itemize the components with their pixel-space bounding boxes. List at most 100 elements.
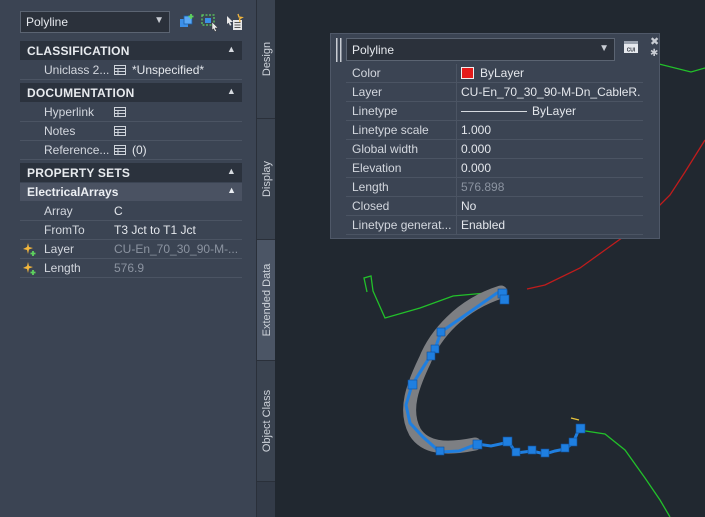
qp-property-name: Linetype scale <box>352 123 429 137</box>
collapse-icon[interactable]: ▲ <box>227 166 236 176</box>
qp-property-value[interactable]: 0.000 <box>461 161 641 175</box>
qp-row-elevation[interactable]: Elevation 0.000 <box>346 159 643 178</box>
qp-property-value[interactable]: ByLayer <box>461 104 641 118</box>
qp-property-name: Color <box>352 66 381 80</box>
drag-handle-icon[interactable] <box>335 37 343 63</box>
qp-property-value[interactable]: 0.000 <box>461 142 641 156</box>
property-row-uniclass[interactable]: Uniclass 2... *Unspecified* <box>20 61 242 80</box>
property-value: 576.9 <box>114 261 145 275</box>
property-row-reference[interactable]: Reference... (0) <box>20 141 242 160</box>
section-title: PROPERTY SETS <box>27 166 131 180</box>
grip <box>407 379 418 390</box>
section-title: DOCUMENTATION <box>27 86 135 100</box>
table-icon <box>114 126 126 136</box>
table-icon <box>114 107 126 117</box>
collapse-icon[interactable]: ▲ <box>227 44 236 54</box>
qp-property-name: Elevation <box>352 161 402 175</box>
collapse-icon[interactable]: ▲ <box>227 86 236 96</box>
qp-row-linetype-generation[interactable]: Linetype generat... Enabled <box>346 216 643 235</box>
collapse-icon[interactable]: ▲ <box>227 185 236 195</box>
classification-section-header[interactable]: CLASSIFICATION ▲ <box>20 41 242 60</box>
property-row-fromto[interactable]: FromTo T3 Jct to T1 Jct <box>20 221 242 240</box>
property-value-text: (0) <box>132 143 147 157</box>
property-row-layer[interactable]: Layer CU-En_70_30_90-M-... <box>20 240 242 259</box>
linetype-preview <box>461 111 527 112</box>
qp-property-value[interactable]: No <box>461 199 641 213</box>
grip <box>499 294 510 305</box>
property-value-text: *Unspecified* <box>132 63 205 77</box>
grip <box>436 327 446 337</box>
tab-extended-data[interactable]: Extended Data <box>257 240 276 361</box>
tab-display[interactable]: Display <box>257 119 276 240</box>
grip <box>435 446 445 456</box>
qp-property-name: Closed <box>352 199 390 213</box>
quick-select-button[interactable] <box>224 12 244 32</box>
qp-row-length[interactable]: Length 576.898 <box>346 178 643 197</box>
qp-object-type-value: Polyline <box>352 43 395 57</box>
color-swatch <box>461 67 474 79</box>
qp-property-value[interactable]: Enabled <box>461 218 641 232</box>
close-icon[interactable]: ✖ <box>650 35 659 48</box>
chevron-down-icon: ▼ <box>154 15 164 26</box>
green-polyline-top <box>654 35 705 73</box>
qp-row-layer[interactable]: Layer CU-En_70_30_90-M-Dn_CableR... <box>346 83 643 102</box>
automatic-property-icon <box>23 262 36 275</box>
qp-value-text: ByLayer <box>532 104 577 118</box>
qp-row-color[interactable]: Color ByLayer <box>346 64 643 83</box>
qp-row-linetype-scale[interactable]: Linetype scale 1.000 <box>346 121 643 140</box>
pickadd-icon <box>180 14 194 27</box>
grip <box>575 423 586 434</box>
quick-select-icon <box>227 13 244 30</box>
tab-label: Object Class <box>260 389 273 453</box>
property-sets-section-header[interactable]: PROPERTY SETS ▲ <box>20 163 242 182</box>
grip <box>568 437 578 447</box>
property-value[interactable] <box>114 103 242 121</box>
property-row-length[interactable]: Length 576.9 <box>20 259 242 278</box>
qp-property-value[interactable]: ByLayer <box>461 66 641 80</box>
section-title: CLASSIFICATION <box>27 44 130 58</box>
cui-label: CUI <box>627 48 636 54</box>
tab-design[interactable]: Design <box>257 0 276 119</box>
object-type-value: Polyline <box>26 15 69 29</box>
grip <box>511 447 521 457</box>
palette-tabs: Design Display Extended Data Object Clas… <box>256 0 276 517</box>
object-type-dropdown[interactable]: Polyline ▼ <box>20 11 170 33</box>
property-row-hyperlink[interactable]: Hyperlink <box>20 103 242 122</box>
select-objects-button[interactable] <box>200 12 220 32</box>
qp-row-global-width[interactable]: Global width 0.000 <box>346 140 643 159</box>
qp-row-linetype[interactable]: Linetype ByLayer <box>346 102 643 121</box>
tab-object-class[interactable]: Object Class <box>257 361 276 482</box>
property-value[interactable]: (0) <box>114 141 242 159</box>
tab-label: Display <box>260 160 273 198</box>
grip <box>527 445 537 455</box>
property-value: CU-En_70_30_90-M-... <box>114 242 239 256</box>
qp-property-name: Layer <box>352 85 383 99</box>
tab-label: Design <box>260 41 273 77</box>
qp-property-value[interactable]: 1.000 <box>461 123 641 137</box>
quick-properties-panel: Polyline ▼ CUI ✖ ✱ Color ByLayer Layer C… <box>330 33 660 239</box>
qp-property-name: Length <box>352 180 389 194</box>
tab-label: Extended Data <box>260 263 273 337</box>
qp-property-value[interactable]: CU-En_70_30_90-M-Dn_CableR... <box>461 85 641 99</box>
qp-object-type-dropdown[interactable]: Polyline ▼ <box>346 38 615 61</box>
customize-cui-icon[interactable]: CUI <box>623 39 639 55</box>
property-row-notes[interactable]: Notes <box>20 122 242 141</box>
gear-icon[interactable]: ✱ <box>650 48 658 59</box>
qp-row-closed[interactable]: Closed No <box>346 197 643 216</box>
table-icon <box>114 65 126 75</box>
qp-value-text: ByLayer <box>480 66 525 80</box>
grip <box>540 448 550 458</box>
qp-property-name: Global width <box>352 142 419 156</box>
selected-polyline-centerline <box>404 290 582 456</box>
qp-property-name: Linetype generat... <box>352 218 452 232</box>
property-row-array[interactable]: Array C <box>20 202 242 221</box>
property-value[interactable]: *Unspecified* <box>114 61 242 79</box>
yellow-marker <box>570 417 580 421</box>
toggle-pickadd-button[interactable] <box>177 12 197 32</box>
documentation-section-header[interactable]: DOCUMENTATION ▲ <box>20 83 242 102</box>
property-value[interactable]: C <box>114 202 242 220</box>
property-value[interactable] <box>114 122 242 140</box>
electrical-arrays-subheader[interactable]: ElectricalArrays ▲ <box>20 183 242 201</box>
property-value[interactable]: T3 Jct to T1 Jct <box>114 221 242 239</box>
automatic-property-icon <box>23 243 36 256</box>
